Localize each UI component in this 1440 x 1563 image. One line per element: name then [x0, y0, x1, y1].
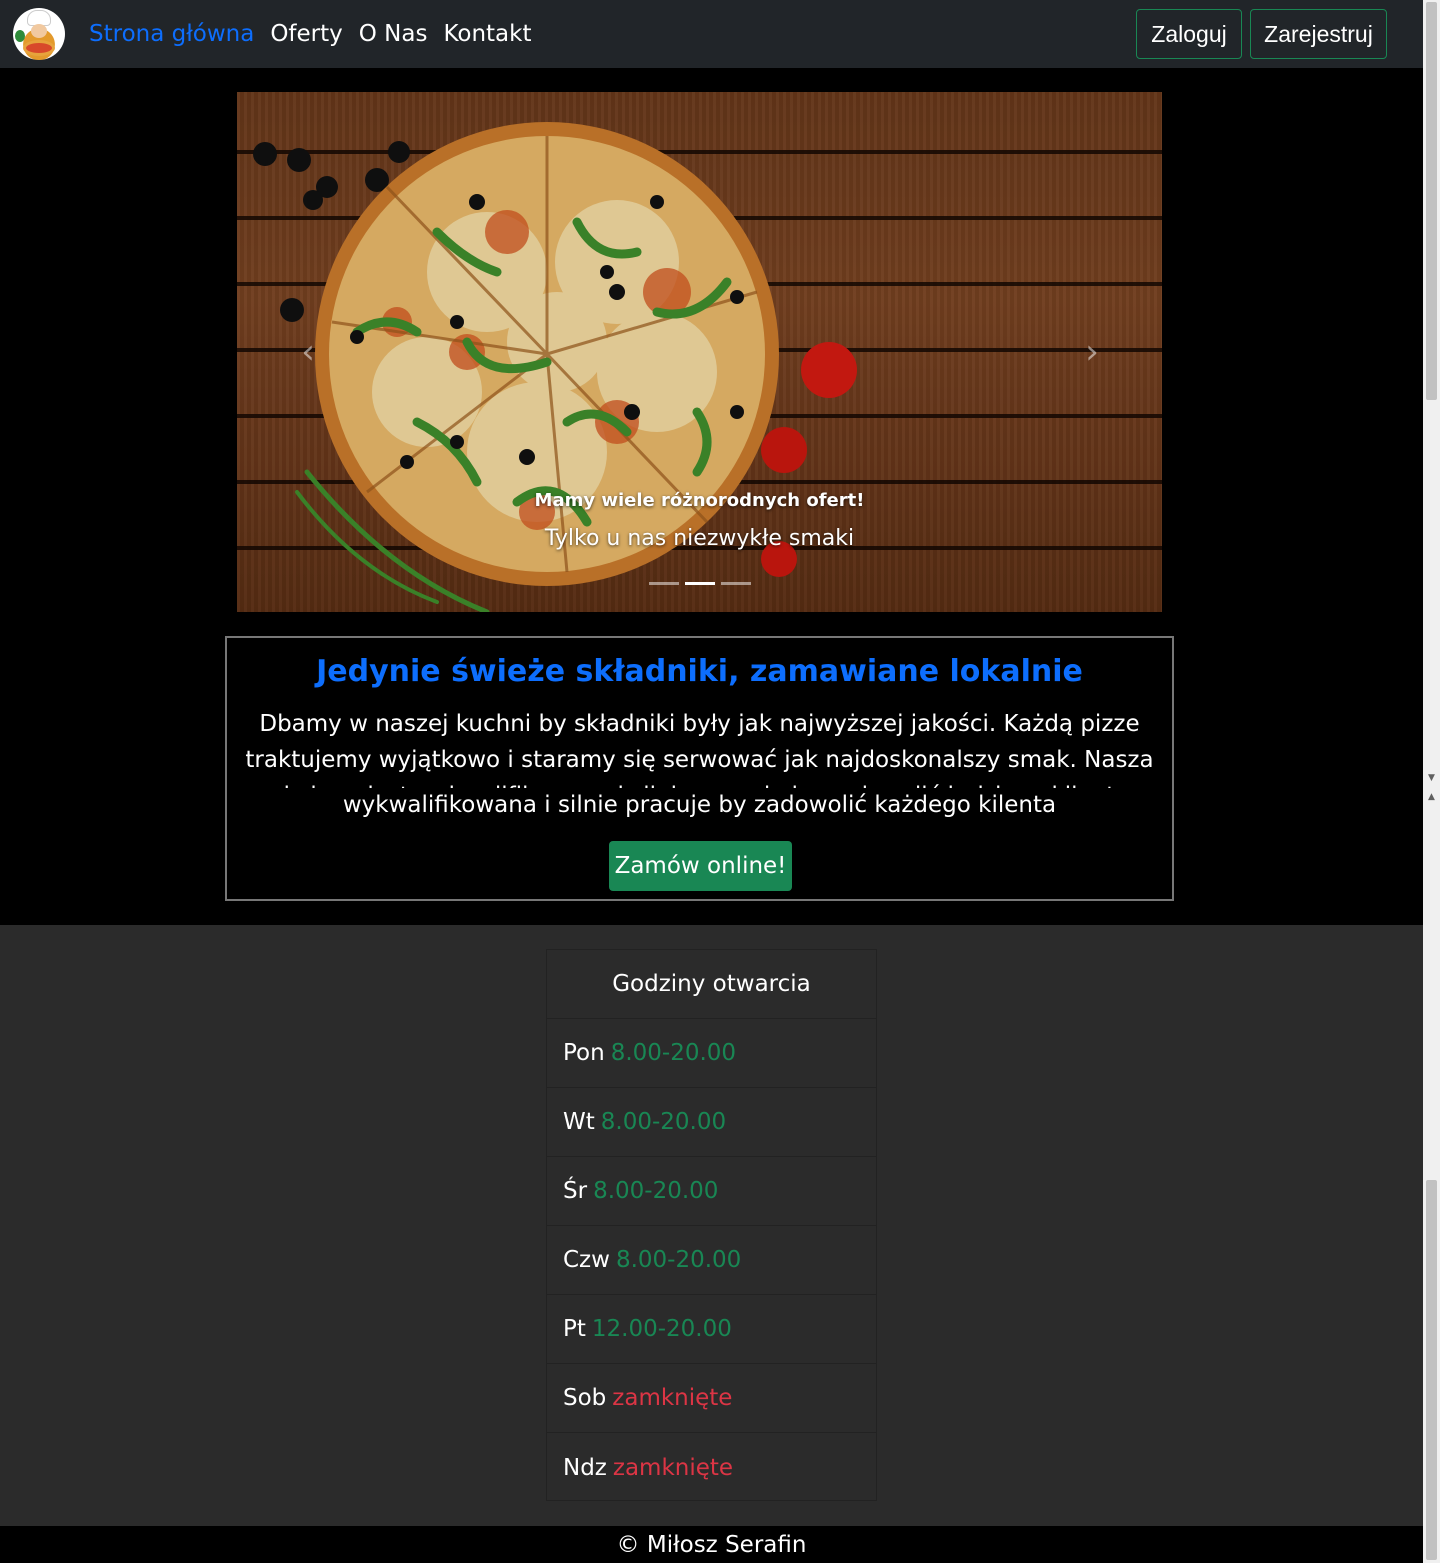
hours-row: Ndz zamknięte: [547, 1433, 876, 1502]
hours-day: Śr: [563, 1178, 588, 1204]
carousel-caption-title: Mamy wiele różnorodnych ofert!: [534, 490, 865, 511]
opening-hours-header: Godziny otwarcia: [547, 950, 876, 1019]
hours-value: 8.00-20.00: [593, 1178, 719, 1204]
page-scrollbar[interactable]: ▼ ▲: [1423, 0, 1440, 1563]
info-text: Dbamy w naszej kuchni by składniki były …: [245, 711, 1154, 788]
hours-value: 12.00-20.00: [591, 1316, 732, 1342]
hours-day: Pon: [563, 1040, 605, 1066]
register-button[interactable]: Zarejestruj: [1250, 9, 1387, 59]
carousel-indicator-3[interactable]: [721, 582, 751, 585]
hours-value: zamknięte: [612, 1385, 733, 1411]
navbar: Strona główna Oferty O Nas Kontakt Zalog…: [0, 0, 1423, 68]
info-text-overflow-line: wykwalifikowana i silnie pracuje by zado…: [342, 792, 1057, 818]
hours-day: Wt: [563, 1109, 595, 1135]
carousel-indicators: [649, 582, 751, 585]
hours-row: Wt 8.00-20.00: [547, 1088, 876, 1157]
hours-value: 8.00-20.00: [615, 1247, 742, 1273]
hours-day: Sob: [563, 1385, 607, 1411]
scrollbar-thumb-top[interactable]: [1426, 2, 1437, 400]
hours-row: Pon 8.00-20.00: [547, 1019, 876, 1088]
scroll-up-arrow-icon[interactable]: ▲: [1423, 789, 1440, 806]
carousel-indicator-2[interactable]: [685, 582, 715, 585]
hours-row: Sob zamknięte: [547, 1364, 876, 1433]
chef-pizza-logo-icon[interactable]: [13, 8, 65, 60]
chevron-right-icon: ›: [1085, 332, 1099, 372]
footer: © Miłosz Serafin: [0, 1526, 1423, 1563]
hours-day: Czw: [563, 1247, 610, 1273]
carousel[interactable]: ‹ › Mamy wiele różnorodnych ofert! Tylko…: [237, 92, 1162, 612]
carousel-prev-button[interactable]: ‹: [293, 332, 323, 372]
carousel-indicator-1[interactable]: [649, 582, 679, 585]
hours-row: Pt 12.00-20.00: [547, 1295, 876, 1364]
hours-day: Pt: [563, 1316, 586, 1342]
nav-link-offers[interactable]: Oferty: [270, 21, 342, 47]
nav-links: Strona główna Oferty O Nas Kontakt: [89, 0, 548, 68]
scrollbar-thumb-bottom[interactable]: [1426, 1180, 1437, 1560]
carousel-next-button[interactable]: ›: [1077, 332, 1107, 372]
opening-hours-card: Godziny otwarcia Pon 8.00-20.00 Wt 8.00-…: [546, 949, 877, 1501]
info-box: Jedynie świeże składniki, zamawiane loka…: [225, 636, 1174, 901]
hours-row: Czw 8.00-20.00: [547, 1226, 876, 1295]
hours-row: Śr 8.00-20.00: [547, 1157, 876, 1226]
hours-value: 8.00-20.00: [610, 1040, 737, 1066]
hero-section: ‹ › Mamy wiele różnorodnych ofert! Tylko…: [0, 68, 1423, 925]
hours-value: zamknięte: [612, 1454, 734, 1481]
hours-day: Ndz: [563, 1454, 607, 1481]
chevron-left-icon: ‹: [301, 332, 315, 372]
scroll-down-arrow-icon[interactable]: ▼: [1423, 770, 1440, 787]
footer-copyright: © Miłosz Serafin: [616, 1531, 807, 1558]
carousel-caption-text: Tylko u nas niezwykłe smaki: [544, 526, 855, 551]
nav-link-about[interactable]: O Nas: [359, 21, 428, 47]
order-online-button[interactable]: Zamów online!: [609, 841, 792, 891]
info-title: Jedynie świeże składniki, zamawiane loka…: [316, 654, 1083, 689]
hours-value: 8.00-20.00: [600, 1109, 727, 1135]
nav-link-home[interactable]: Strona główna: [89, 21, 254, 47]
nav-link-contact[interactable]: Kontakt: [443, 21, 531, 47]
login-button[interactable]: Zaloguj: [1136, 9, 1242, 59]
